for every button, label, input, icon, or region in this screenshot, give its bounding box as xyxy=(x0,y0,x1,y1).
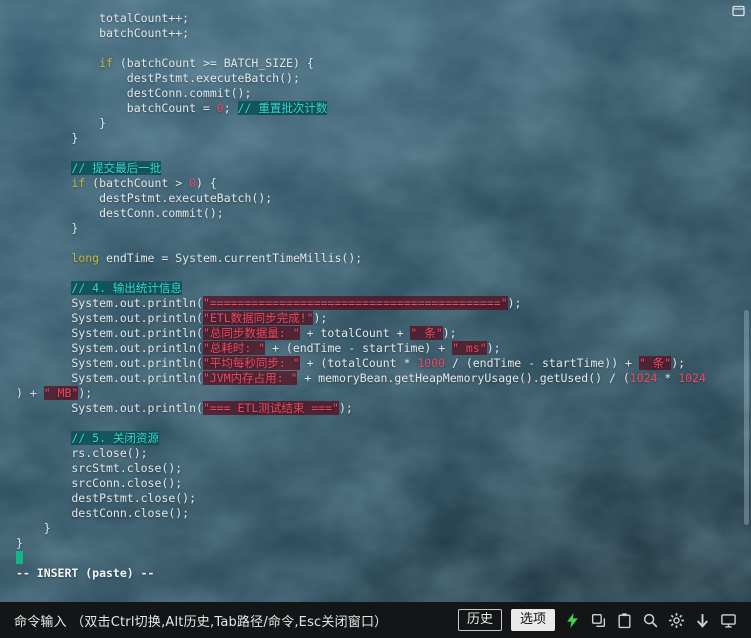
code-line: if (batchCount >= BATCH_SIZE) { xyxy=(99,56,314,70)
code-line: batchCount++; xyxy=(16,26,190,40)
gear-icon[interactable] xyxy=(668,612,685,629)
terminal-window: totalCount++; batchCount++; if (batchCou… xyxy=(0,0,751,638)
code-line: System.out.println("JVM内存占用: " + memoryB… xyxy=(16,371,706,385)
code-line: } xyxy=(16,131,79,145)
code-line: long endTime = System.currentTimeMillis(… xyxy=(71,251,363,265)
code-line: System.out.println("平均每秒同步: " + (totalCo… xyxy=(16,356,686,370)
command-toolbar: 命令输入 （双击Ctrl切换,Alt历史,Tab路径/命令,Esc关闭窗口） 历… xyxy=(0,602,751,638)
vim-cursor xyxy=(16,551,23,564)
terminal-screen[interactable]: totalCount++; batchCount++; if (batchCou… xyxy=(0,0,751,602)
code-line: destPstmt.close(); xyxy=(16,491,197,505)
scrollbar-thumb[interactable] xyxy=(744,310,749,525)
paste-icon[interactable] xyxy=(616,612,633,629)
options-button[interactable]: 选项 xyxy=(510,609,555,631)
search-icon[interactable] xyxy=(642,612,659,629)
code-line: } xyxy=(16,521,51,535)
code-line: System.out.println("====================… xyxy=(16,296,522,310)
toolbar-actions: 历史 选项 xyxy=(457,609,737,631)
code-line: destPstmt.executeBatch(); xyxy=(16,71,300,85)
history-button[interactable]: 历史 xyxy=(457,609,502,631)
command-input-hint[interactable]: 命令输入 （双击Ctrl切换,Alt历史,Tab路径/命令,Esc关闭窗口） xyxy=(14,611,387,630)
code-line: destPstmt.executeBatch(); xyxy=(16,191,273,205)
code-line: batchCount = 0; // 重置批次计数 xyxy=(16,101,328,115)
code-line: // 5. 关闭资源 xyxy=(71,431,159,445)
code-line: System.out.println("总同步数据量: " + totalCou… xyxy=(16,326,457,340)
code-line: totalCount++; xyxy=(16,11,190,25)
code-line: // 4. 输出统计信息 xyxy=(71,281,182,295)
code-line: // 提交最后一批 xyxy=(71,161,162,175)
copy-icon[interactable] xyxy=(590,612,607,629)
code-line: if (batchCount > 0) { xyxy=(71,176,217,190)
code-line: System.out.println("=== ETL测试结束 ==="); xyxy=(16,401,353,415)
code-line: destConn.commit(); xyxy=(16,86,252,100)
code-line: destConn.close(); xyxy=(16,506,190,520)
code-line: destConn.commit(); xyxy=(16,206,224,220)
code-area: totalCount++; batchCount++; if (batchCou… xyxy=(16,11,751,551)
code-line: srcStmt.close(); xyxy=(16,461,183,475)
code-line: ) + " MB"); xyxy=(16,386,93,400)
code-line: } xyxy=(16,221,79,235)
code-line: System.out.println("总耗时: " + (endTime - … xyxy=(16,341,501,355)
floating-window-icon[interactable] xyxy=(731,3,747,19)
vim-status-line: -- INSERT (paste) -- xyxy=(16,566,155,580)
code-line: srcConn.close(); xyxy=(16,476,183,490)
down-arrow-icon[interactable] xyxy=(694,612,711,629)
cursor-line xyxy=(16,551,751,566)
monitor-icon[interactable] xyxy=(720,612,737,629)
lightning-icon[interactable] xyxy=(564,612,581,629)
code-line: } xyxy=(16,536,23,550)
code-line: System.out.println("ETL数据同步完成!"); xyxy=(16,311,328,325)
code-line: rs.close(); xyxy=(16,446,148,460)
code-line: } xyxy=(16,116,107,130)
